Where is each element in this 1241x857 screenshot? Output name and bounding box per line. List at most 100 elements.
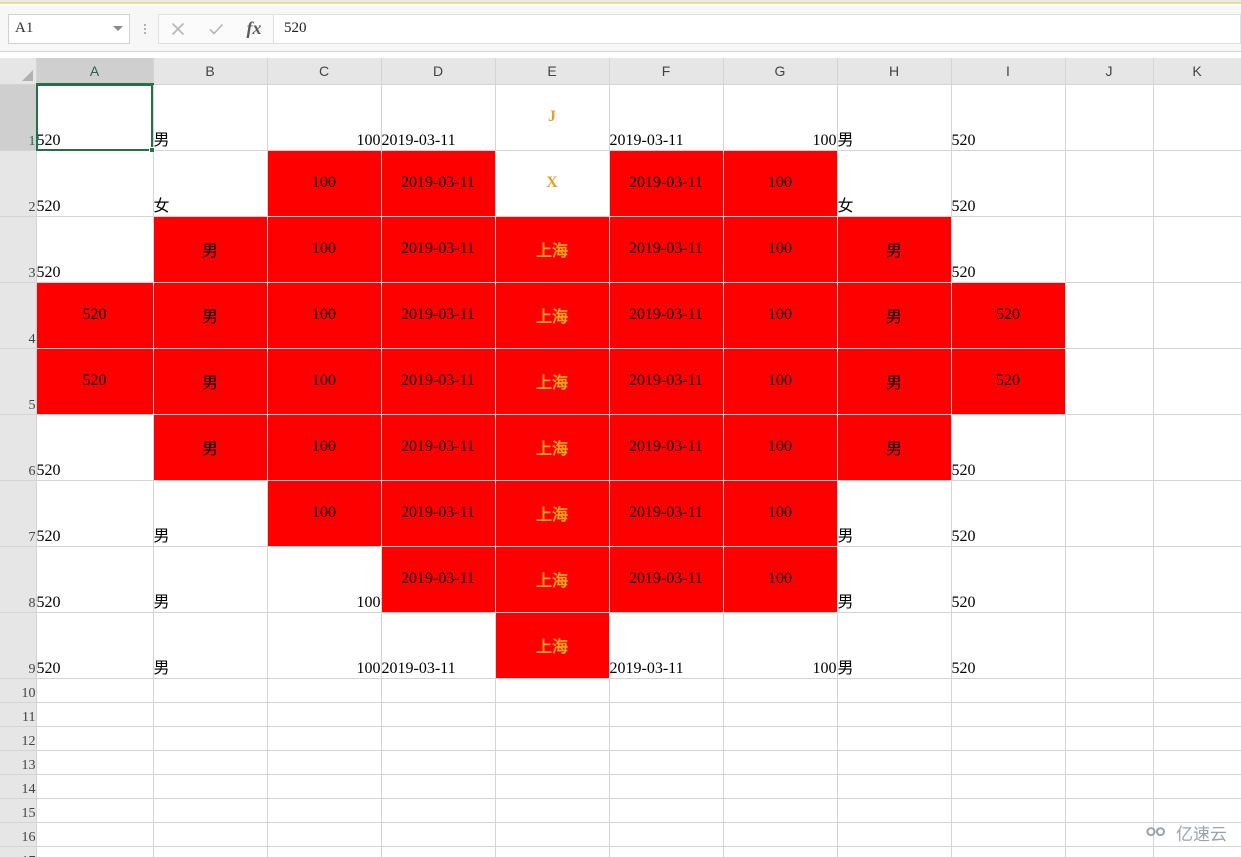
cell-E12[interactable] <box>495 726 610 751</box>
cell-B17[interactable] <box>153 846 268 857</box>
cell-C3[interactable]: 100 <box>267 216 382 283</box>
row-header-10[interactable]: 10 <box>0 678 37 703</box>
cell-H8[interactable]: 男 <box>837 546 952 613</box>
cell-C16[interactable] <box>267 822 382 847</box>
cell-A15[interactable] <box>36 798 154 823</box>
cell-H7[interactable]: 男 <box>837 480 952 547</box>
select-all-corner[interactable] <box>0 58 37 85</box>
cell-D15[interactable] <box>381 798 496 823</box>
cell-A12[interactable] <box>36 726 154 751</box>
insert-function-icon[interactable]: fx <box>235 15 273 43</box>
cell-F11[interactable] <box>609 702 724 727</box>
cell-E17[interactable] <box>495 846 610 857</box>
cell-G5[interactable]: 100 <box>723 348 838 415</box>
cell-B4[interactable]: 男 <box>153 282 268 349</box>
column-header-f[interactable]: F <box>609 58 724 85</box>
cell-H13[interactable] <box>837 750 952 775</box>
cell-K13[interactable] <box>1153 750 1241 775</box>
cell-D11[interactable] <box>381 702 496 727</box>
cell-D17[interactable] <box>381 846 496 857</box>
cell-E3[interactable]: 上海 <box>495 216 610 283</box>
cell-F12[interactable] <box>609 726 724 751</box>
cell-B10[interactable] <box>153 678 268 703</box>
cell-F15[interactable] <box>609 798 724 823</box>
cell-A16[interactable] <box>36 822 154 847</box>
row-header-8[interactable]: 8 <box>0 546 37 613</box>
cell-J14[interactable] <box>1065 774 1154 799</box>
chevron-down-icon[interactable] <box>113 26 123 31</box>
cell-H11[interactable] <box>837 702 952 727</box>
cell-K1[interactable] <box>1153 84 1241 151</box>
cell-J12[interactable] <box>1065 726 1154 751</box>
formula-input[interactable]: 520 <box>273 13 1241 44</box>
cell-E11[interactable] <box>495 702 610 727</box>
cell-E4[interactable]: 上海 <box>495 282 610 349</box>
row-header-12[interactable]: 12 <box>0 726 37 751</box>
row-header-15[interactable]: 15 <box>0 798 37 823</box>
cell-D5[interactable]: 2019-03-11 <box>381 348 496 415</box>
cell-A10[interactable] <box>36 678 154 703</box>
cell-B11[interactable] <box>153 702 268 727</box>
cell-F8[interactable]: 2019-03-11 <box>609 546 724 613</box>
cell-A5[interactable]: 520 <box>36 348 154 415</box>
cell-B3[interactable]: 男 <box>153 216 268 283</box>
cell-H17[interactable] <box>837 846 952 857</box>
cell-F16[interactable] <box>609 822 724 847</box>
cell-C10[interactable] <box>267 678 382 703</box>
cell-K7[interactable] <box>1153 480 1241 547</box>
cell-K5[interactable] <box>1153 348 1241 415</box>
cell-G17[interactable] <box>723 846 838 857</box>
more-options-icon[interactable] <box>134 14 156 44</box>
cell-E7[interactable]: 上海 <box>495 480 610 547</box>
cell-I14[interactable] <box>951 774 1066 799</box>
cell-K9[interactable] <box>1153 612 1241 679</box>
cell-I7[interactable]: 520 <box>951 480 1066 547</box>
column-header-k[interactable]: K <box>1153 58 1241 85</box>
cell-D12[interactable] <box>381 726 496 751</box>
cell-G8[interactable]: 100 <box>723 546 838 613</box>
cell-F17[interactable] <box>609 846 724 857</box>
cell-A13[interactable] <box>36 750 154 775</box>
cell-G3[interactable]: 100 <box>723 216 838 283</box>
confirm-icon[interactable] <box>197 15 235 43</box>
cell-G7[interactable]: 100 <box>723 480 838 547</box>
cell-C9[interactable]: 100 <box>267 612 382 679</box>
cell-J10[interactable] <box>1065 678 1154 703</box>
cell-I11[interactable] <box>951 702 1066 727</box>
cell-G16[interactable] <box>723 822 838 847</box>
cell-E14[interactable] <box>495 774 610 799</box>
cell-H15[interactable] <box>837 798 952 823</box>
cell-B16[interactable] <box>153 822 268 847</box>
cell-K15[interactable] <box>1153 798 1241 823</box>
cell-J4[interactable] <box>1065 282 1154 349</box>
cell-J8[interactable] <box>1065 546 1154 613</box>
cell-A14[interactable] <box>36 774 154 799</box>
cell-G10[interactable] <box>723 678 838 703</box>
name-box[interactable]: A1 <box>8 13 130 44</box>
cell-F14[interactable] <box>609 774 724 799</box>
cell-J5[interactable] <box>1065 348 1154 415</box>
column-header-g[interactable]: G <box>723 58 838 85</box>
cell-D1[interactable]: 2019-03-11 <box>381 84 496 151</box>
cell-B15[interactable] <box>153 798 268 823</box>
cell-K8[interactable] <box>1153 546 1241 613</box>
cell-I16[interactable] <box>951 822 1066 847</box>
cell-D7[interactable]: 2019-03-11 <box>381 480 496 547</box>
cell-C1[interactable]: 100 <box>267 84 382 151</box>
cell-D10[interactable] <box>381 678 496 703</box>
column-header-a[interactable]: A <box>36 58 154 85</box>
cell-G12[interactable] <box>723 726 838 751</box>
cell-H9[interactable]: 男 <box>837 612 952 679</box>
cell-I2[interactable]: 520 <box>951 150 1066 217</box>
column-header-j[interactable]: J <box>1065 58 1154 85</box>
cell-G15[interactable] <box>723 798 838 823</box>
cell-A11[interactable] <box>36 702 154 727</box>
cell-H5[interactable]: 男 <box>837 348 952 415</box>
cell-E9[interactable]: 上海 <box>495 612 610 679</box>
cancel-icon[interactable] <box>159 15 197 43</box>
cell-A7[interactable]: 520 <box>36 480 154 547</box>
cell-C17[interactable] <box>267 846 382 857</box>
cell-F7[interactable]: 2019-03-11 <box>609 480 724 547</box>
cell-J3[interactable] <box>1065 216 1154 283</box>
cell-I5[interactable]: 520 <box>951 348 1066 415</box>
